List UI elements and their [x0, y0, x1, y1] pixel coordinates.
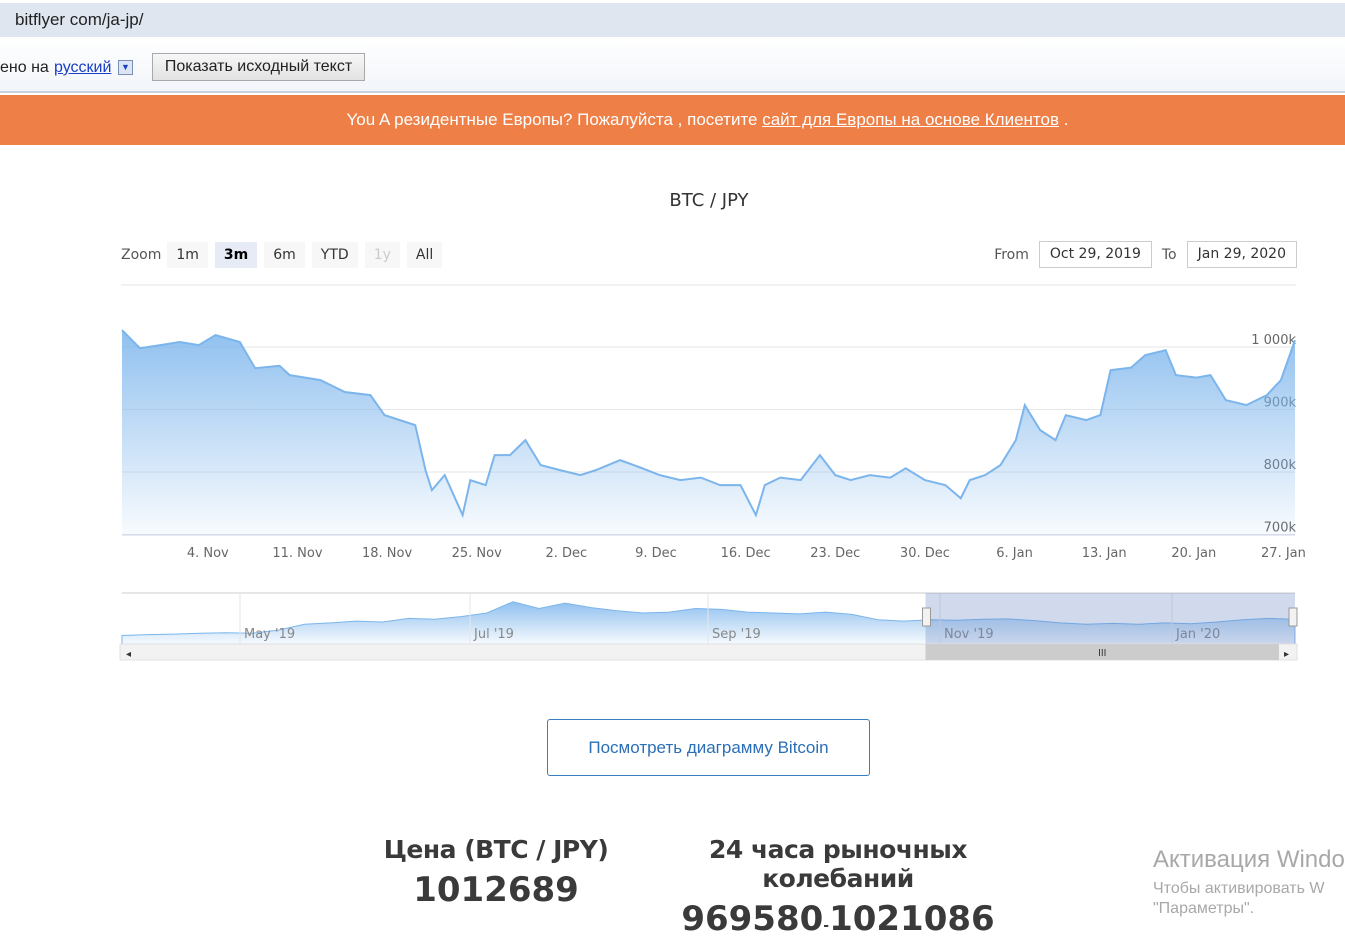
x-tick-label: 25. Nov — [452, 546, 502, 561]
price-area — [122, 330, 1295, 535]
price-chart[interactable]: 700k800k900k1 000k4. Nov11. Nov18. Nov25… — [0, 0, 1345, 700]
navigator-handle[interactable] — [1288, 607, 1298, 627]
scroll-left-arrow-icon[interactable]: ◂ — [126, 649, 131, 660]
navigator-label: May '19 — [244, 627, 295, 642]
navigator-label: Sep '19 — [712, 627, 761, 642]
windows-activation-watermark: Активация Windo Чтобы активировать W "Па… — [1153, 846, 1345, 918]
y-tick-label: 1 000k — [1251, 333, 1296, 348]
range-low: 969580 — [681, 899, 824, 939]
x-tick-label: 6. Jan — [996, 546, 1033, 561]
x-tick-label: 30. Dec — [900, 546, 950, 561]
x-tick-label: 4. Nov — [187, 546, 229, 561]
watermark-title: Активация Windo — [1153, 846, 1345, 873]
watermark-line: Чтобы активировать W — [1153, 880, 1325, 897]
watermark-line2: "Параметры". — [1153, 900, 1255, 917]
x-tick-label: 2. Dec — [546, 546, 588, 561]
x-tick-label: 27. Jan — [1261, 546, 1306, 561]
x-tick-label: 9. Dec — [635, 546, 677, 561]
x-tick-label: 16. Dec — [721, 546, 771, 561]
price-value: 1012689 — [413, 870, 579, 910]
x-tick-label: 11. Nov — [272, 546, 322, 561]
x-tick-label: 13. Jan — [1082, 546, 1127, 561]
scrollbar-grip-icon: III — [1098, 648, 1106, 659]
range-high: 1021086 — [829, 899, 995, 939]
range-stat: 24 часа рыночных колебаний 969580-102108… — [640, 835, 1036, 939]
scroll-right-arrow-icon[interactable]: ▸ — [1284, 649, 1289, 660]
range-label: 24 часа рыночных колебаний — [708, 835, 968, 893]
navigator-label: Jul '19 — [473, 627, 514, 642]
x-tick-label: 20. Jan — [1171, 546, 1216, 561]
x-tick-label: 18. Nov — [362, 546, 412, 561]
x-tick-label: 23. Dec — [810, 546, 860, 561]
price-stat: Цена (BTC / JPY) 1012689 — [380, 835, 612, 910]
price-label: Цена (BTC / JPY) — [383, 835, 609, 864]
view-bitcoin-chart-button[interactable]: Посмотреть диаграмму Bitcoin — [547, 719, 870, 776]
navigator-handle[interactable] — [922, 607, 932, 627]
range-value: 969580-1021086 — [640, 899, 1036, 939]
navigator-selection — [925, 593, 1295, 645]
